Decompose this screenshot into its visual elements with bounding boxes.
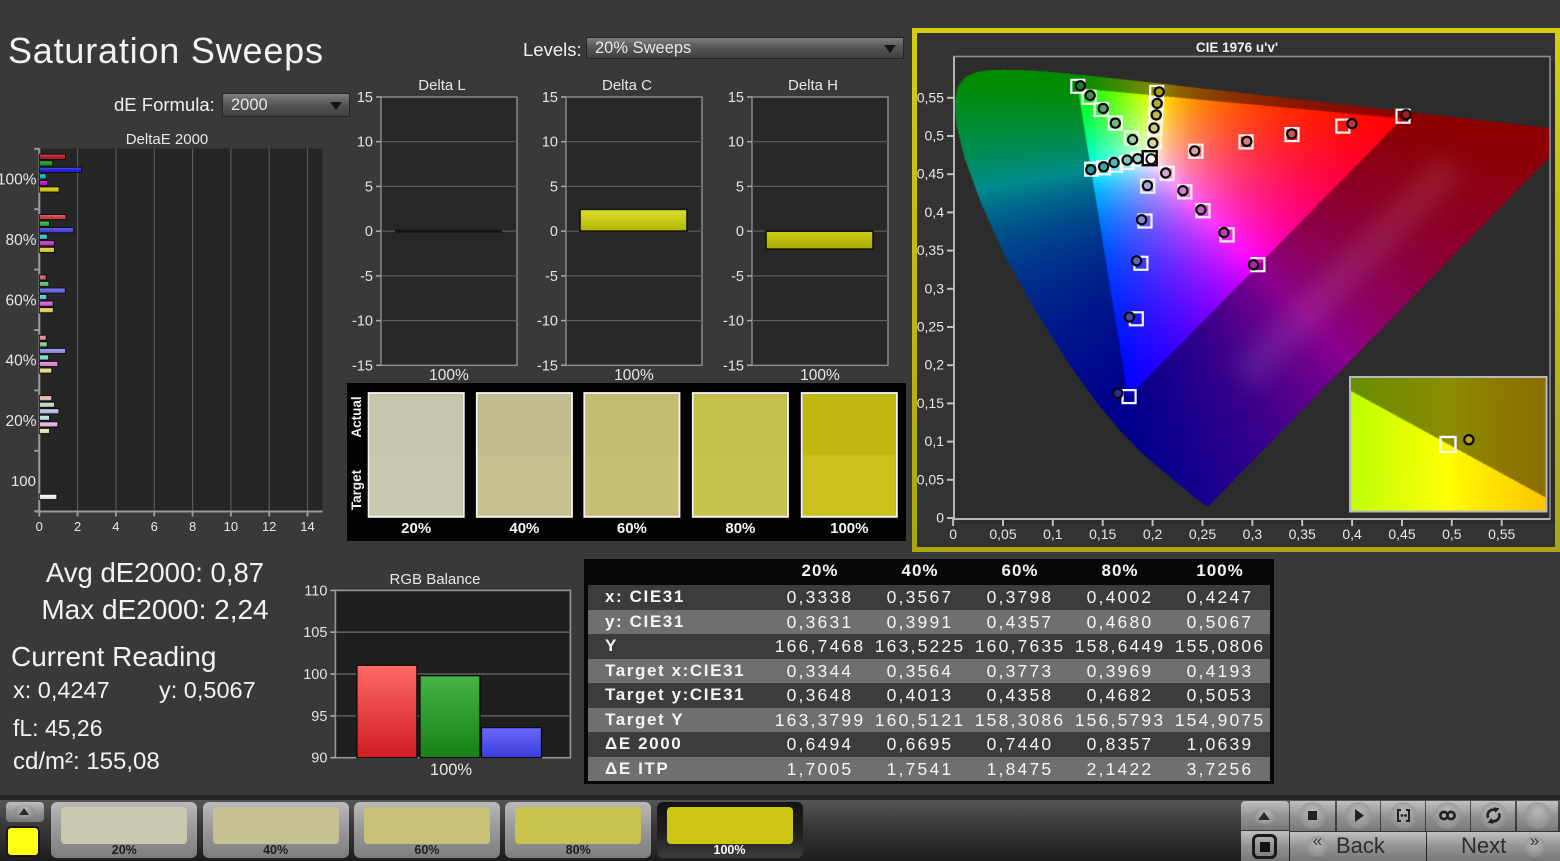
svg-text:100%: 100%: [800, 367, 840, 384]
svg-text:8: 8: [189, 519, 196, 534]
svg-text:0,2: 0,2: [1143, 526, 1163, 542]
svg-text:60%: 60%: [5, 292, 36, 309]
svg-text:Actual: Actual: [349, 396, 364, 437]
svg-text:0,45: 0,45: [917, 166, 944, 182]
svg-text:0,05: 0,05: [989, 526, 1016, 542]
svg-text:40%: 40%: [5, 353, 36, 370]
svg-text:Delta L: Delta L: [418, 77, 466, 94]
svg-text:5: 5: [365, 179, 373, 195]
svg-text:0,05: 0,05: [917, 471, 944, 487]
svg-text:Target: Target: [349, 469, 364, 510]
svg-text:0: 0: [550, 224, 558, 240]
svg-text:100: 100: [303, 667, 327, 683]
svg-text:0: 0: [936, 510, 944, 526]
svg-text:14: 14: [300, 519, 314, 534]
svg-text:105: 105: [303, 625, 327, 641]
svg-text:100%: 100%: [830, 520, 868, 537]
svg-text:15: 15: [728, 90, 744, 106]
svg-text:-5: -5: [360, 269, 373, 285]
svg-text:0,5: 0,5: [925, 128, 945, 144]
svg-text:CIE 1976 u'v': CIE 1976 u'v': [1196, 40, 1278, 55]
svg-text:0,4: 0,4: [925, 204, 945, 220]
svg-text:0,45: 0,45: [1388, 526, 1415, 542]
svg-text:0: 0: [365, 224, 373, 240]
svg-text:90: 90: [311, 751, 327, 767]
svg-text:15: 15: [542, 90, 558, 106]
svg-text:20%: 20%: [5, 413, 36, 430]
svg-text:-10: -10: [537, 314, 558, 330]
svg-text:40%: 40%: [509, 520, 539, 537]
svg-text:5: 5: [550, 179, 558, 195]
svg-text:100%: 100%: [614, 367, 654, 384]
svg-text:5: 5: [736, 179, 744, 195]
svg-text:Delta C: Delta C: [602, 77, 652, 94]
svg-text:0,3: 0,3: [925, 280, 945, 296]
svg-text:0: 0: [949, 526, 957, 542]
svg-text:80%: 80%: [5, 232, 36, 249]
svg-text:0,55: 0,55: [1488, 526, 1515, 542]
svg-text:10: 10: [224, 519, 238, 534]
svg-text:0,25: 0,25: [917, 319, 944, 335]
svg-text:10: 10: [357, 135, 373, 151]
svg-text:-10: -10: [352, 314, 373, 330]
svg-text:0,35: 0,35: [1289, 526, 1316, 542]
svg-text:RGB Balance: RGB Balance: [390, 571, 481, 588]
svg-text:0: 0: [36, 519, 43, 534]
svg-text:2: 2: [74, 519, 81, 534]
svg-text:60%: 60%: [617, 520, 647, 537]
svg-text:4: 4: [112, 519, 119, 534]
svg-text:95: 95: [311, 709, 327, 725]
svg-text:6: 6: [151, 519, 158, 534]
svg-text:0,55: 0,55: [917, 89, 944, 105]
svg-text:0,5: 0,5: [1442, 526, 1462, 542]
svg-text:0,2: 0,2: [925, 357, 945, 373]
svg-text:Delta H: Delta H: [788, 77, 838, 94]
svg-text:0,35: 0,35: [917, 242, 944, 258]
svg-text:0,1: 0,1: [1043, 526, 1063, 542]
svg-text:DeltaE 2000: DeltaE 2000: [126, 131, 209, 148]
svg-text:-10: -10: [723, 314, 744, 330]
svg-text:10: 10: [728, 135, 744, 151]
svg-text:100%: 100%: [430, 761, 473, 779]
svg-text:0,25: 0,25: [1189, 526, 1216, 542]
svg-text:100%: 100%: [429, 367, 469, 384]
svg-text:-5: -5: [731, 269, 744, 285]
svg-text:-5: -5: [545, 269, 558, 285]
svg-text:15: 15: [357, 90, 373, 106]
svg-text:0,4: 0,4: [1342, 526, 1362, 542]
svg-text:0,1: 0,1: [925, 433, 945, 449]
svg-text:10: 10: [542, 135, 558, 151]
svg-text:-15: -15: [723, 358, 744, 374]
svg-text:20%: 20%: [401, 520, 431, 537]
svg-text:12: 12: [262, 519, 276, 534]
svg-text:0,3: 0,3: [1243, 526, 1263, 542]
svg-text:0,15: 0,15: [917, 395, 944, 411]
svg-text:100: 100: [11, 473, 36, 490]
svg-text:0: 0: [736, 224, 744, 240]
svg-text:80%: 80%: [725, 520, 755, 537]
svg-text:-15: -15: [352, 358, 373, 374]
svg-text:0,15: 0,15: [1089, 526, 1116, 542]
svg-text:-15: -15: [537, 358, 558, 374]
svg-text:100%: 100%: [0, 172, 37, 189]
